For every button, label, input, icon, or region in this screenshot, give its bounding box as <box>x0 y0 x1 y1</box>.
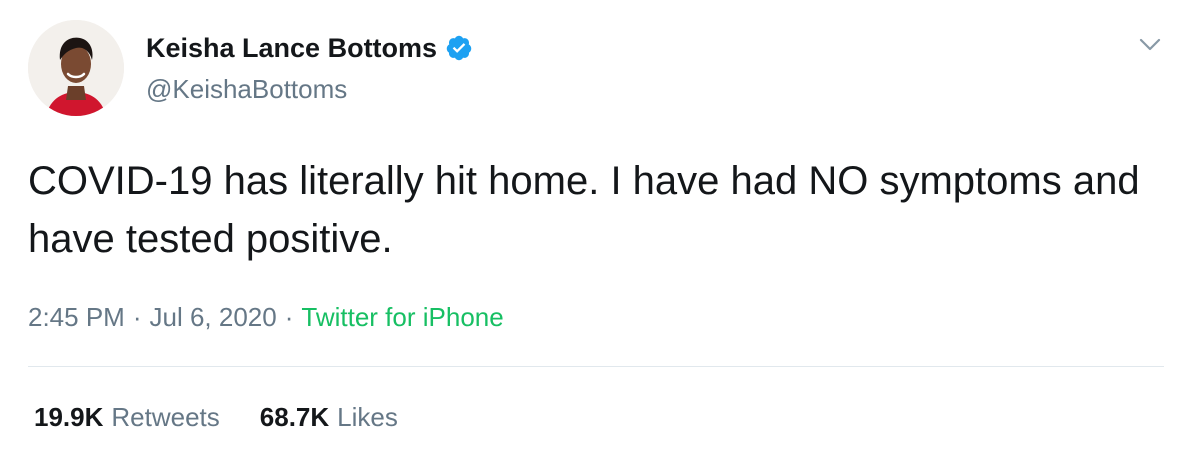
divider <box>28 366 1164 367</box>
tweet-stats: 19.9K Retweets 68.7K Likes <box>34 400 438 434</box>
tweet-time[interactable]: 2:45 PM <box>28 302 125 332</box>
retweets-label: Retweets <box>111 402 220 432</box>
meta-separator: · <box>284 302 294 332</box>
likes-label: Likes <box>337 402 398 432</box>
author-name[interactable]: Keisha Lance Bottoms <box>146 30 437 66</box>
retweets-stat[interactable]: 19.9K Retweets <box>34 400 220 434</box>
likes-stat[interactable]: 68.7K Likes <box>260 400 398 434</box>
verified-badge-icon <box>445 34 473 62</box>
tweet-source-link[interactable]: Twitter for iPhone <box>301 302 503 332</box>
likes-count: 68.7K <box>259 402 330 432</box>
avatar[interactable] <box>28 20 124 116</box>
tweet-meta: 2:45 PM · Jul 6, 2020 · Twitter for iPhone <box>28 300 504 334</box>
chevron-down-icon[interactable] <box>1135 30 1165 60</box>
tweet-date[interactable]: Jul 6, 2020 <box>150 302 277 332</box>
author-handle[interactable]: @KeishaBottoms <box>146 72 347 106</box>
tweet-text: COVID-19 has literally hit home. I have … <box>28 159 1140 261</box>
retweets-count: 19.9K <box>34 402 104 432</box>
tweet-card: Keisha Lance Bottoms @KeishaBottoms COVI… <box>0 0 1188 456</box>
meta-separator: · <box>132 302 142 332</box>
avatar-image <box>28 20 124 116</box>
author-name-row[interactable]: Keisha Lance Bottoms <box>146 30 473 66</box>
